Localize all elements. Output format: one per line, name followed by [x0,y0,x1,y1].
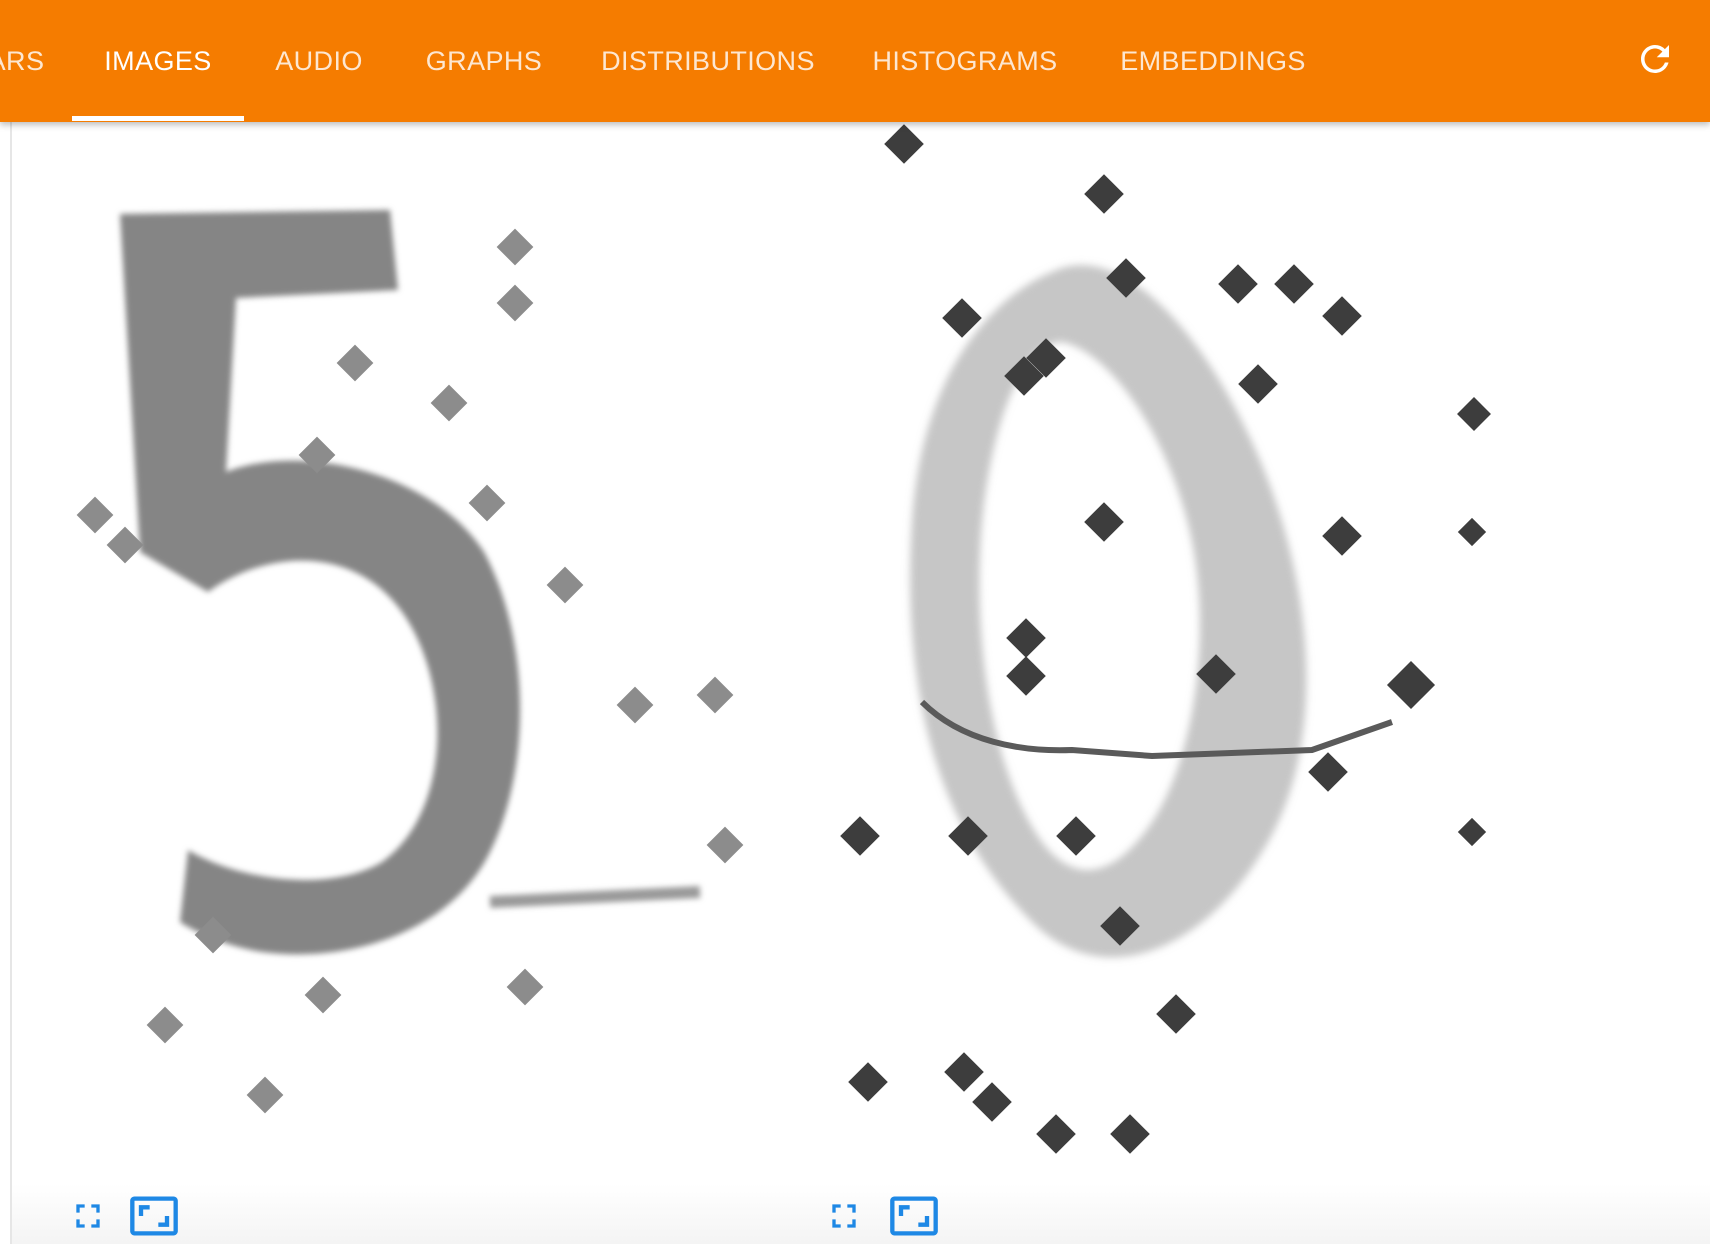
tab-embeddings[interactable]: EMBEDDINGS [1108,0,1318,122]
tab-histograms[interactable]: HISTOGRAMS [860,0,1070,122]
top-nav-bar: ARS IMAGES AUDIO GRAPHS DISTRIBUTIONS HI… [0,0,1710,122]
refresh-icon[interactable] [1634,38,1676,80]
active-tab-indicator [72,116,244,121]
mnist-image-0 [840,124,1491,1154]
fullscreen-icon[interactable] [824,1196,864,1241]
images-dashboard-content: 5 [0,122,1710,1244]
tab-graphs[interactable]: GRAPHS [414,0,554,122]
card-footer [12,1184,772,1244]
fullscreen-icon[interactable] [68,1196,108,1241]
tab-scalars[interactable]: ARS [0,0,46,122]
aspect-ratio-icon[interactable] [128,1190,180,1244]
aspect-ratio-icon[interactable] [888,1190,940,1244]
tab-distributions[interactable]: DISTRIBUTIONS [592,0,824,122]
image-card-digit-0: 0 [772,122,1710,1244]
tab-audio[interactable]: AUDIO [262,0,376,122]
mnist-image-5 [76,210,744,1114]
tab-images[interactable]: IMAGES [72,0,244,122]
image-card-digit-5: 5 [12,122,772,1244]
